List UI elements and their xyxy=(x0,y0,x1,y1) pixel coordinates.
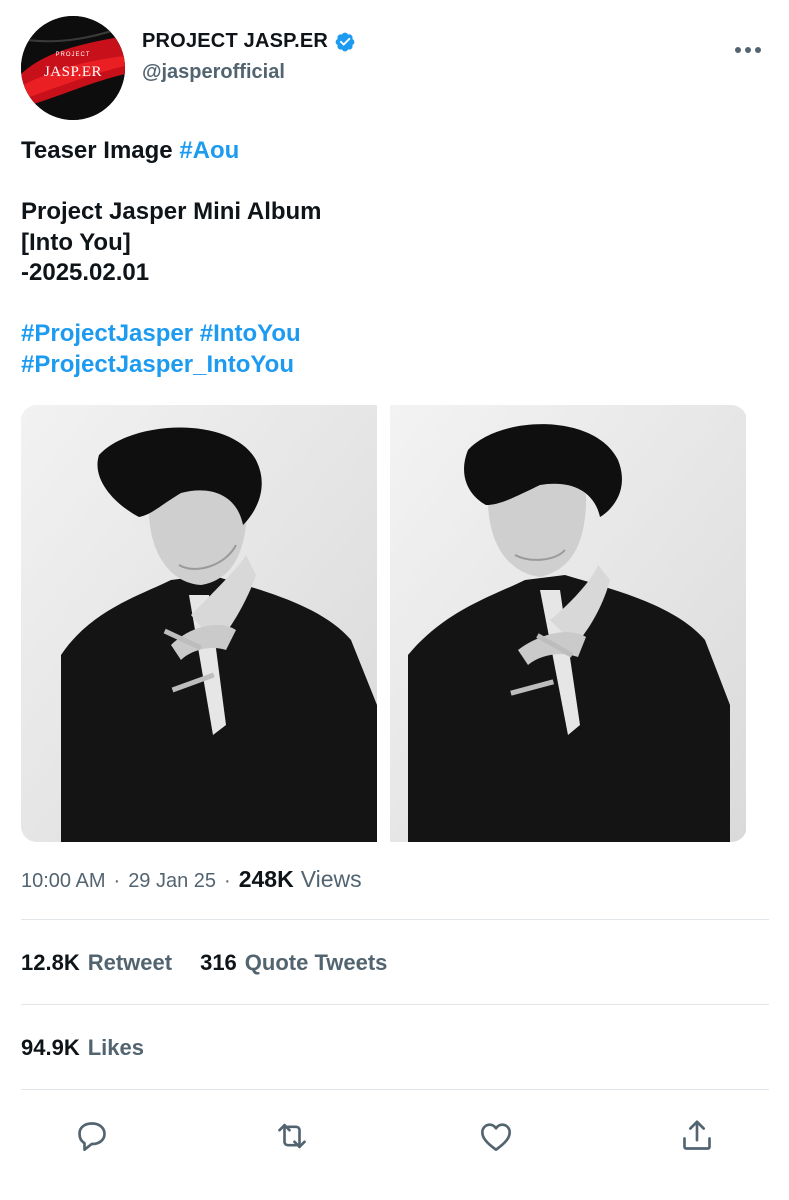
tweet-line: -2025.02.01 xyxy=(21,259,150,286)
retweet-stats: 12.8K Retweet 316 Quote Tweets xyxy=(21,950,415,976)
like-icon[interactable] xyxy=(476,1116,516,1156)
retweets-label[interactable]: Retweet xyxy=(88,950,172,976)
action-bar xyxy=(0,1116,789,1160)
likes-count: 94.9K xyxy=(21,1035,80,1060)
hashtag-link[interactable]: #ProjectJasper #IntoYou xyxy=(21,320,301,347)
likes-label[interactable]: Likes xyxy=(88,1035,144,1061)
meta-separator: · xyxy=(224,870,231,892)
media-grid xyxy=(21,405,747,842)
tweet-header: PROJECT JASP.ER PROJECT JASP.ER @jaspero… xyxy=(21,16,769,124)
tweet-meta: 10:00 AM · 29 Jan 25 · 248K Views xyxy=(21,866,362,893)
tweet-line: Teaser Image #Aou xyxy=(21,136,761,167)
verified-badge-icon xyxy=(334,31,356,53)
portrait-photo xyxy=(390,405,746,842)
reply-icon[interactable] xyxy=(72,1116,112,1156)
share-icon[interactable] xyxy=(677,1116,717,1156)
divider xyxy=(21,919,769,920)
retweet-icon[interactable] xyxy=(272,1116,312,1156)
tweet-line: [Into You] xyxy=(21,228,131,256)
display-name-row: PROJECT JASP.ER xyxy=(142,30,356,53)
likes-stats: 94.9K Likes xyxy=(21,1035,172,1061)
tweet-line: #ProjectJasper_IntoYou xyxy=(21,350,761,381)
divider xyxy=(21,1004,769,1005)
quotes-count: 316 xyxy=(200,950,237,975)
retweets-count: 12.8K xyxy=(21,950,80,975)
tweet-time[interactable]: 10:00 AM xyxy=(21,870,106,893)
tweet-date[interactable]: 29 Jan 25 xyxy=(128,870,216,893)
teaser-photo-2[interactable] xyxy=(390,405,746,842)
more-options-icon[interactable] xyxy=(733,42,763,53)
meta-separator: · xyxy=(113,870,121,892)
portrait-photo xyxy=(21,405,377,842)
tweet-line: #ProjectJasper #IntoYou xyxy=(21,319,761,350)
display-name[interactable]: PROJECT JASP.ER xyxy=(142,30,328,53)
views-label: Views xyxy=(300,866,362,892)
avatar[interactable]: PROJECT JASP.ER xyxy=(21,16,125,120)
tweet-line-gap xyxy=(21,289,761,320)
avatar-text: JASP.ER xyxy=(44,64,102,80)
tweet-text: Teaser Image #Aou Project Jasper Mini Al… xyxy=(21,136,761,380)
name-block: PROJECT JASP.ER @jasperofficial xyxy=(142,30,356,84)
tweet-line-text: Teaser Image xyxy=(21,137,180,164)
tweet-line-gap xyxy=(21,167,761,198)
hashtag-link[interactable]: #ProjectJasper_IntoYou xyxy=(21,351,294,378)
divider xyxy=(21,1089,769,1090)
hashtag-link[interactable]: #Aou xyxy=(179,137,239,164)
avatar-small-text: PROJECT xyxy=(55,52,90,58)
teaser-photo-1[interactable] xyxy=(21,405,377,842)
avatar-image: PROJECT JASP.ER xyxy=(21,16,125,120)
views-count: 248K xyxy=(238,866,294,892)
handle[interactable]: @jasperofficial xyxy=(142,61,356,84)
quotes-label[interactable]: Quote Tweets xyxy=(245,950,388,976)
tweet-line: Project Jasper Mini Album xyxy=(21,198,322,225)
